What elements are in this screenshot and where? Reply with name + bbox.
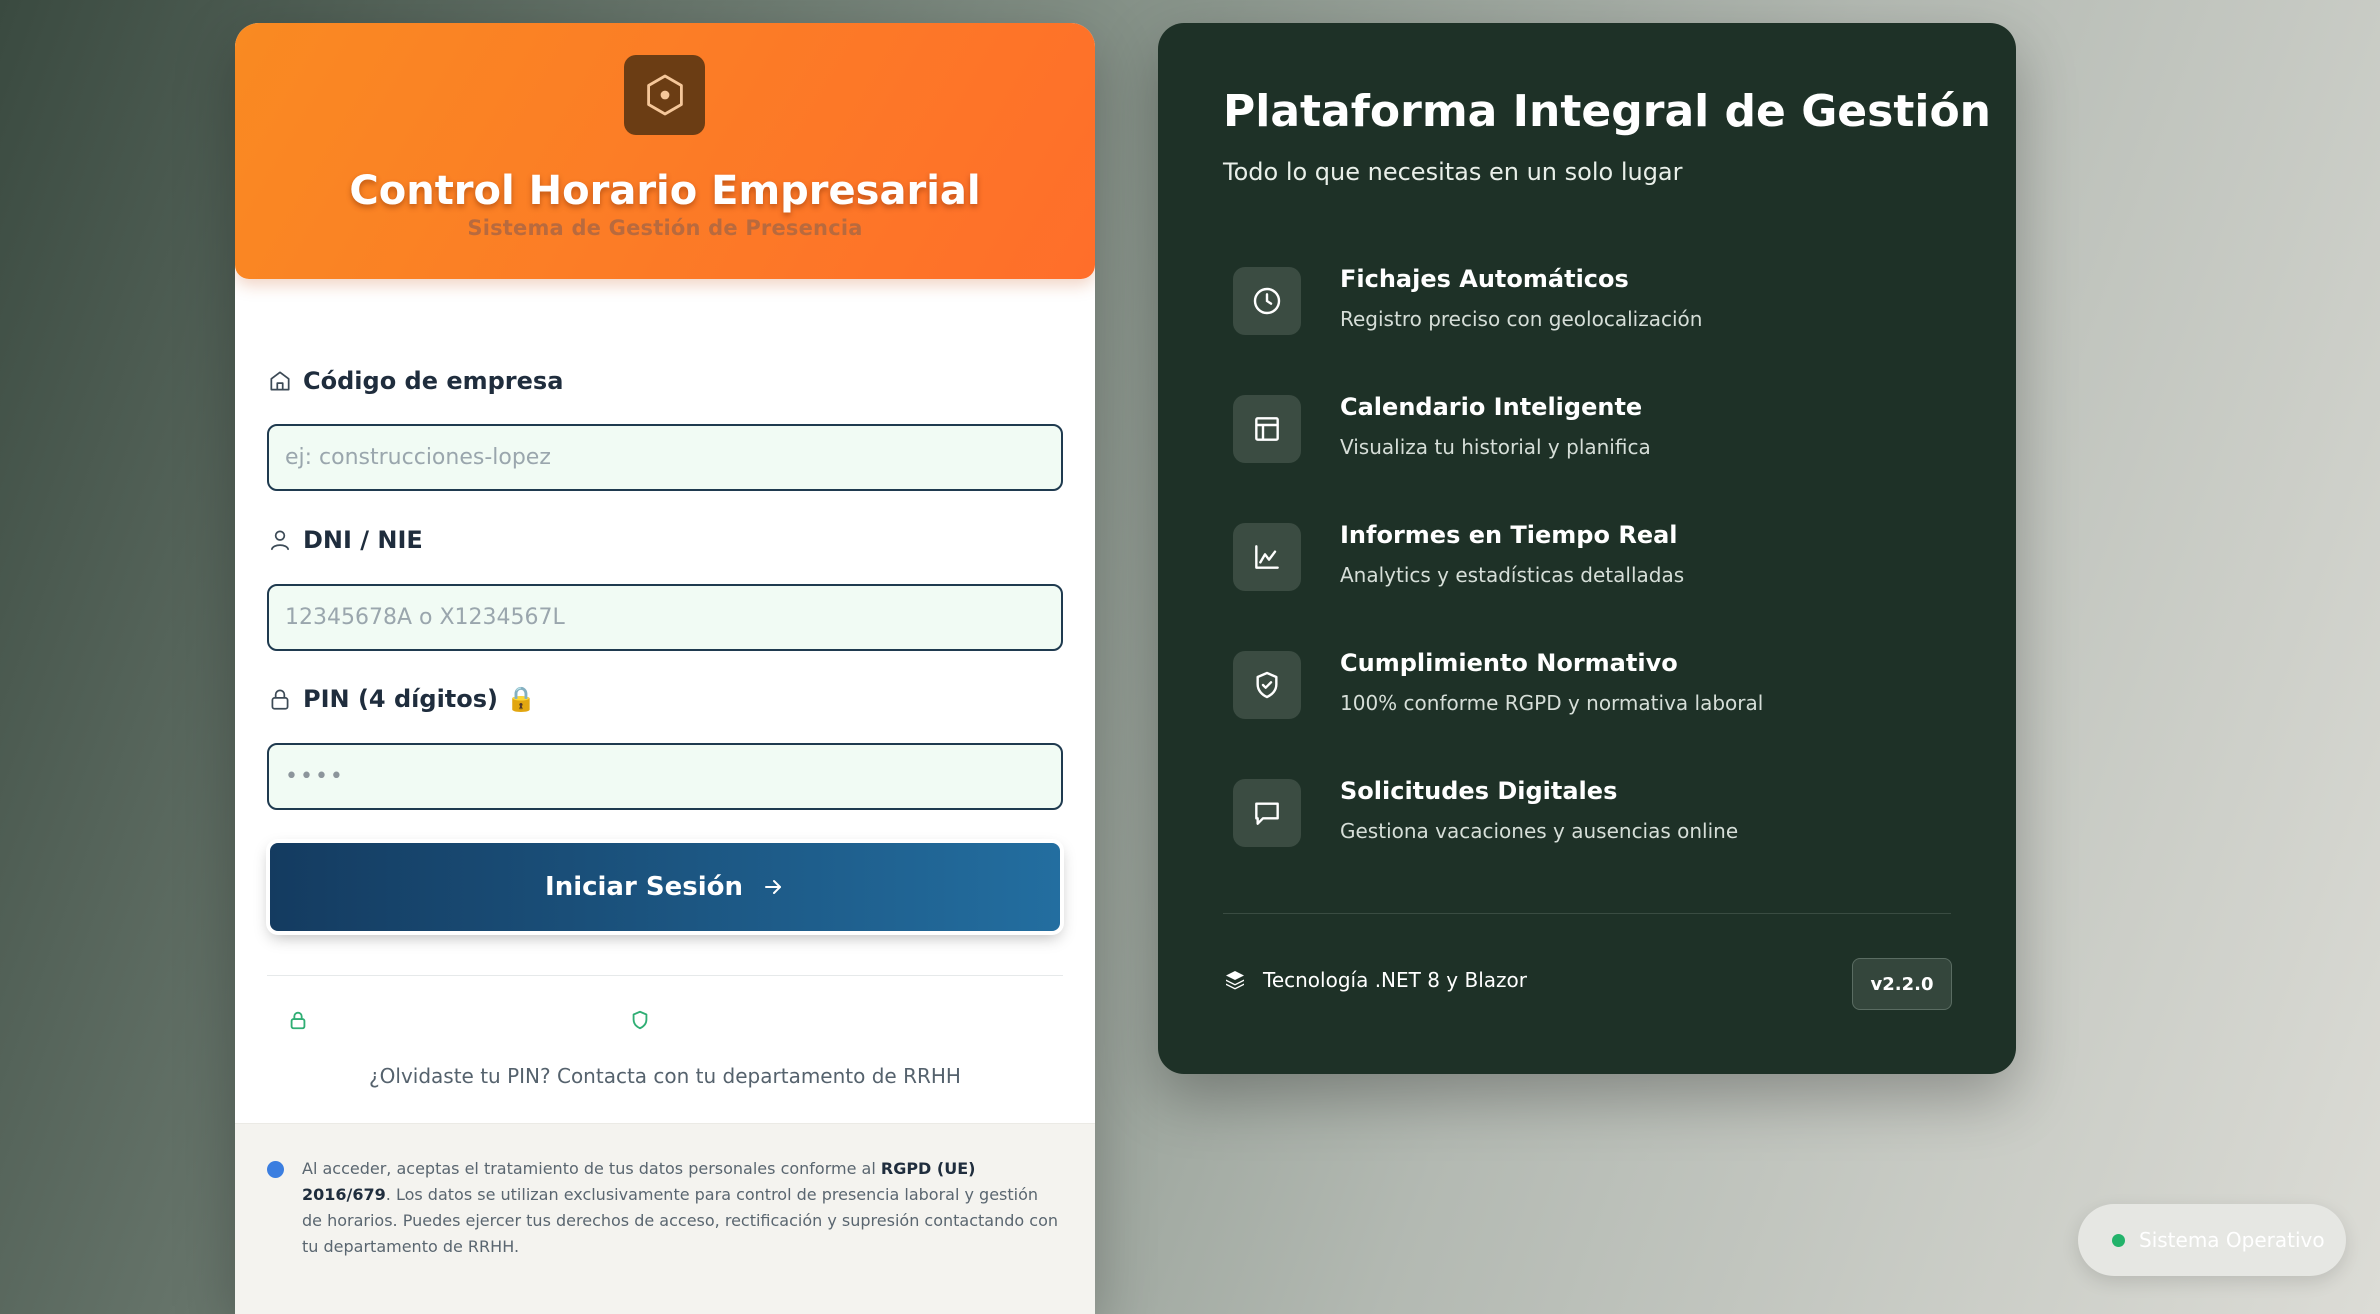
panel-divider [1223, 913, 1951, 914]
logo [624, 55, 705, 135]
building-icon [270, 371, 290, 391]
login-title: Control Horario Empresarial [349, 168, 981, 214]
feature-item: Cumplimiento Normativo 100% conforme RGP… [1233, 643, 1953, 733]
form-divider [267, 975, 1063, 976]
login-button[interactable]: Iniciar Sesión [270, 843, 1060, 931]
security-badge-shield [629, 1009, 663, 1031]
feature-item: Solicitudes Digitales Gestiona vacacione… [1233, 771, 1953, 861]
company-label-text: Código de empresa [303, 367, 564, 395]
login-subtitle: Sistema de Gestión de Presencia [467, 216, 863, 240]
message-icon [1255, 802, 1279, 825]
version-badge: v2.2.0 [1852, 958, 1952, 1010]
panel-title: Plataforma Integral de Gestión [1223, 86, 1992, 137]
feature-item: Calendario Inteligente Visualiza tu hist… [1233, 387, 1953, 477]
security-badges [267, 1009, 1063, 1039]
login-button-label: Iniciar Sesión [545, 872, 743, 902]
dni-label-text: DNI / NIE [303, 526, 423, 554]
system-status: Sistema Operativo [2078, 1204, 2346, 1276]
feature-icon-box [1233, 651, 1301, 719]
lock-icon [290, 1011, 306, 1030]
feature-icon-box [1233, 523, 1301, 591]
forgot-pin-link[interactable]: ¿Olvidaste tu PIN? Contacta con tu depar… [267, 1064, 1063, 1088]
info-icon [267, 1161, 284, 1178]
privacy-text-after: . Los datos se utilizan exclusivamente p… [302, 1185, 1058, 1256]
layout-icon [1255, 417, 1279, 441]
layers-icon [1226, 971, 1244, 990]
tech-label: Tecnología .NET 8 y Blazor [1263, 968, 1527, 992]
feature-item: Informes en Tiempo Real Analytics y esta… [1233, 515, 1953, 605]
chart-icon [1255, 545, 1279, 569]
panel-subtitle: Todo lo que necesitas en un solo lugar [1223, 158, 1683, 186]
pin-label-text: PIN (4 dígitos) 🔒 [303, 685, 537, 713]
login-card: Control Horario Empresarial Sistema de G… [235, 23, 1095, 1314]
tech-info: Tecnología .NET 8 y Blazor [1223, 968, 1527, 992]
user-icon [271, 530, 289, 551]
company-code-input[interactable] [267, 424, 1063, 491]
hexagon-logo-icon [646, 74, 683, 116]
feature-description: Analytics y estadísticas detalladas [1340, 563, 1685, 587]
feature-icon-box [1233, 779, 1301, 847]
company-label: Código de empresa [267, 363, 563, 399]
privacy-text-before: Al acceder, aceptas el tratamiento de tu… [302, 1159, 881, 1178]
feature-icon-box [1233, 267, 1301, 335]
status-dot-icon [2112, 1233, 2125, 1247]
feature-description: Registro preciso con geolocalización [1340, 307, 1703, 331]
lock-icon [271, 689, 289, 710]
feature-icon-box [1233, 395, 1301, 463]
dni-input[interactable] [267, 584, 1063, 651]
clock-icon [1253, 287, 1281, 315]
feature-title: Calendario Inteligente [1340, 393, 1643, 421]
feature-title: Informes en Tiempo Real [1340, 521, 1678, 549]
feature-description: Gestiona vacaciones y ausencias online [1340, 819, 1739, 843]
privacy-notice: Al acceder, aceptas el tratamiento de tu… [235, 1123, 1095, 1314]
shield-icon [632, 1010, 648, 1030]
login-header: Control Horario Empresarial Sistema de G… [235, 23, 1095, 279]
feature-title: Fichajes Automáticos [1340, 265, 1629, 293]
dni-label: DNI / NIE [267, 522, 423, 558]
feature-item: Fichajes Automáticos Registro preciso co… [1233, 259, 1953, 349]
feature-description: 100% conforme RGPD y normativa laboral [1340, 691, 1764, 715]
feature-description: Visualiza tu historial y planifica [1340, 435, 1651, 459]
features-panel: Plataforma Integral de Gestión Todo lo q… [1158, 23, 2016, 1074]
pin-label: PIN (4 dígitos) 🔒 [267, 681, 536, 717]
status-label: Sistema Operativo [2139, 1228, 2325, 1252]
feature-title: Cumplimiento Normativo [1340, 649, 1678, 677]
pin-input[interactable] [267, 743, 1063, 810]
feature-title: Solicitudes Digitales [1340, 777, 1618, 805]
shield-check-icon [1256, 671, 1278, 699]
arrow-right-icon [764, 880, 781, 894]
security-badge-encryption [287, 1009, 321, 1031]
